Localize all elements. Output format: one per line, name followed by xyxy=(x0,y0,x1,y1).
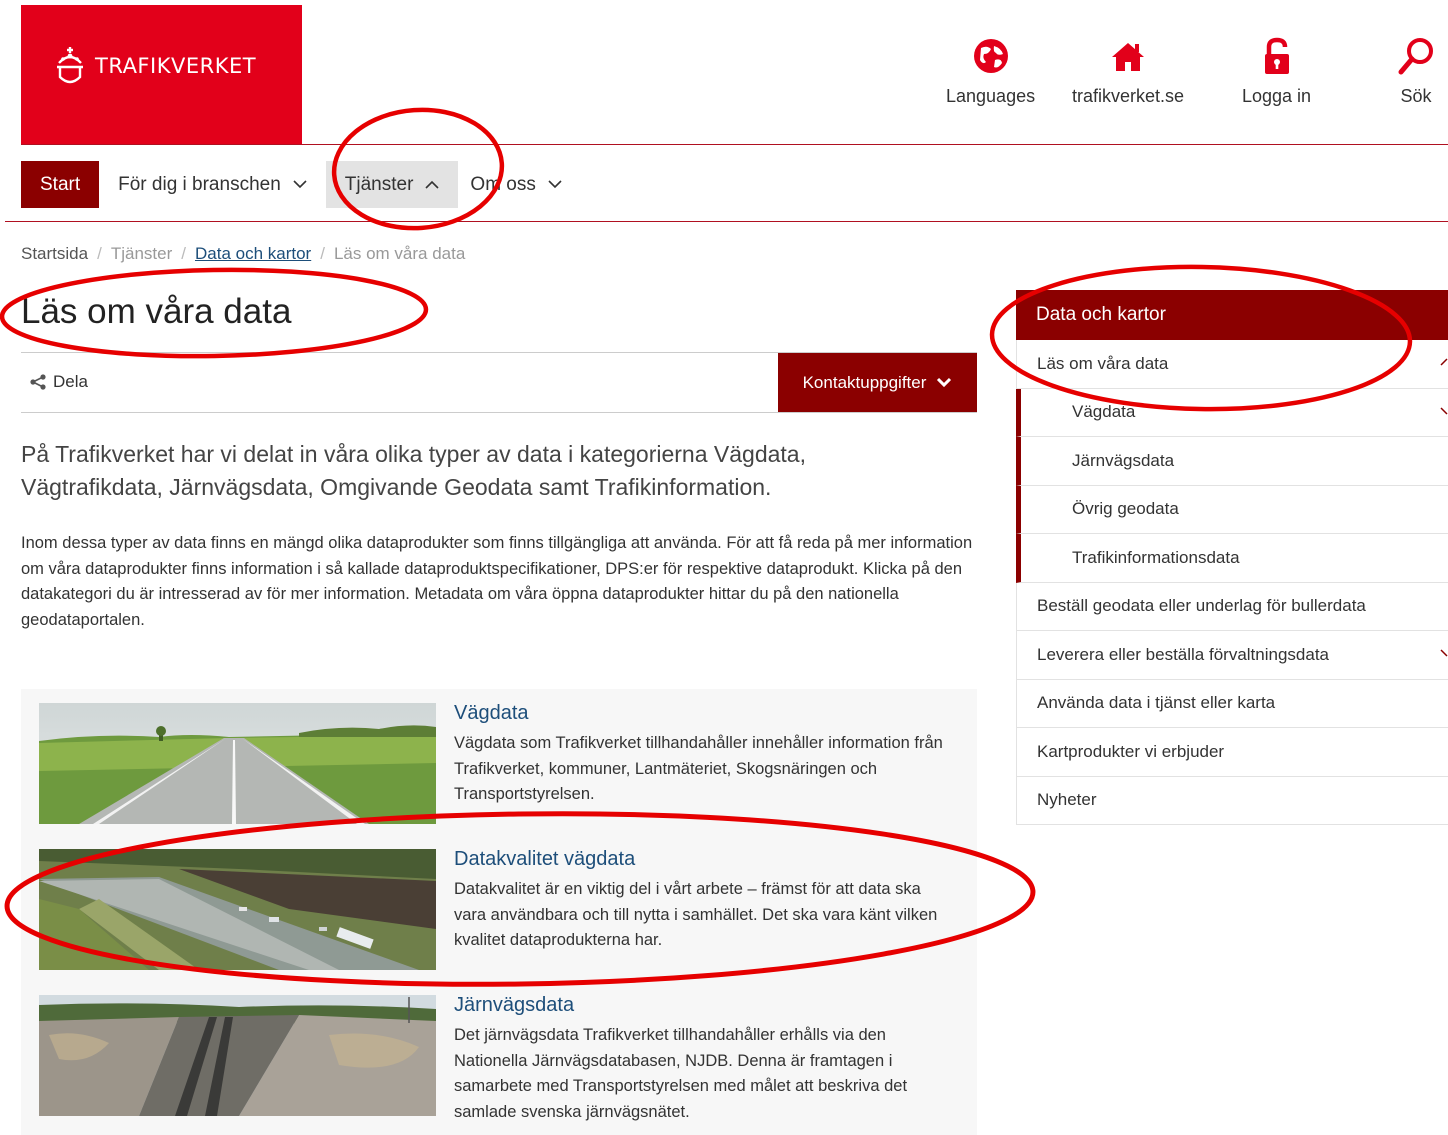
logo[interactable]: TRAFIKVERKET xyxy=(21,5,302,145)
search-icon xyxy=(1398,38,1433,75)
card-description: Det järnvägsdata Trafikverket tillhandah… xyxy=(454,1026,908,1121)
side-item-bestall-geodata[interactable]: Beställ geodata eller underlag för bulle… xyxy=(1016,582,1448,631)
globe-icon xyxy=(973,39,1008,73)
breadcrumb: Startsida / Tjänster / Data och kartor /… xyxy=(21,244,465,264)
card-title[interactable]: Järnvägsdata xyxy=(454,994,574,1017)
side-item-label: Nyheter xyxy=(1037,790,1097,810)
nav-om-oss[interactable]: Om oss xyxy=(458,161,580,208)
side-item-label: Järnvägsdata xyxy=(1072,450,1175,470)
breadcrumb-separator: / xyxy=(97,244,102,263)
header-divider xyxy=(21,144,1448,145)
side-item-label: Beställ geodata eller underlag för bulle… xyxy=(1037,596,1366,616)
breadcrumb-data-och-kartor[interactable]: Data och kartor xyxy=(195,244,311,264)
side-item-leverera-forvaltningsdata[interactable]: Leverera eller beställa förvaltningsdata xyxy=(1016,631,1448,680)
logga-in-link[interactable]: Logga in xyxy=(1242,36,1311,107)
side-item-vagdata[interactable]: Vägdata xyxy=(1016,388,1448,437)
card-title[interactable]: Datakvalitet vägdata xyxy=(454,848,635,871)
side-nav-title[interactable]: Data och kartor xyxy=(1016,290,1448,340)
card-jarnvagsdata[interactable]: Järnvägsdata Det järnvägsdata Trafikverk… xyxy=(39,981,959,1121)
breadcrumb-separator: / xyxy=(320,244,325,263)
card-vagdata[interactable]: Vägdata Vägdata som Trafikverket tillhan… xyxy=(39,689,959,824)
body-text: Inom dessa typer av data finns en mängd … xyxy=(21,534,973,629)
motorway-photo xyxy=(39,849,436,970)
card-description: Vägdata som Trafikverket tillhandahåller… xyxy=(454,734,943,803)
languages-label: Languages xyxy=(946,86,1036,106)
logga-in-label: Logga in xyxy=(1242,86,1312,106)
side-nav: Data och kartor Läs om våra data Vägdata… xyxy=(1016,290,1448,825)
side-item-kartprodukter[interactable]: Kartprodukter vi erbjuder xyxy=(1016,728,1448,777)
nav-for-dig-i-branschen[interactable]: För dig i branschen xyxy=(99,161,326,208)
side-item-anvanda-data[interactable]: Använda data i tjänst eller karta xyxy=(1016,679,1448,728)
logo-text: TRAFIKVERKET xyxy=(95,54,257,78)
side-item-trafikinformationsdata[interactable]: Trafikinformationsdata xyxy=(1016,534,1448,583)
lock-icon xyxy=(1264,37,1289,74)
nav-label: Om oss xyxy=(470,173,536,195)
card-title[interactable]: Vägdata xyxy=(454,702,529,725)
chevron-down-icon[interactable] xyxy=(1440,647,1448,659)
side-item-label: Övrig geodata xyxy=(1072,499,1179,519)
side-item-label: Läs om våra data xyxy=(1037,353,1169,373)
side-item-ovrig-geodata[interactable]: Övrig geodata xyxy=(1016,485,1448,534)
card-list: Vägdata Vägdata som Trafikverket tillhan… xyxy=(21,689,977,1135)
chevron-up-icon[interactable] xyxy=(1440,356,1448,368)
search-label: Sök xyxy=(1400,86,1432,106)
side-item-label: Leverera eller beställa förvaltningsdata xyxy=(1037,644,1330,664)
chevron-down-icon xyxy=(937,377,952,388)
breadcrumb-separator: / xyxy=(181,244,186,263)
share-button[interactable]: Dela xyxy=(29,372,88,392)
chevron-down-icon[interactable] xyxy=(1440,405,1448,417)
railway-photo xyxy=(39,995,436,1116)
nav-label: För dig i branschen xyxy=(118,173,281,195)
crown-icon xyxy=(57,47,83,84)
nav-start[interactable]: Start xyxy=(21,161,100,208)
side-item-label: Använda data i tjänst eller karta xyxy=(1037,693,1276,713)
side-item-jarnvagsdata[interactable]: Järnvägsdata xyxy=(1016,437,1448,486)
side-item-label: Vägdata xyxy=(1072,402,1136,422)
nav-label: Tjänster xyxy=(344,173,414,195)
page-title: Läs om våra data xyxy=(21,292,292,331)
chevron-up-icon xyxy=(425,180,439,189)
breadcrumb-startsida[interactable]: Startsida xyxy=(21,244,88,264)
contact-label: Kontaktuppgifter xyxy=(802,372,927,392)
breadcrumb-tjanster: Tjänster xyxy=(110,244,173,263)
contact-button[interactable]: Kontaktuppgifter xyxy=(778,353,977,412)
nav-tjanster[interactable]: Tjänster xyxy=(325,161,459,208)
side-item-label: Kartprodukter vi erbjuder xyxy=(1037,741,1225,761)
top-tools: Languages trafikverket.se Logga in Sök xyxy=(930,36,1448,116)
trafikverket-home-link[interactable]: trafikverket.se xyxy=(1072,36,1184,107)
side-item-label: Trafikinformationsdata xyxy=(1072,547,1240,567)
home-icon xyxy=(1112,43,1145,71)
side-item-las-om-vara-data[interactable]: Läs om våra data xyxy=(1016,340,1448,389)
languages-link[interactable]: Languages xyxy=(946,36,1035,107)
share-bar: Dela Kontaktuppgifter xyxy=(21,352,977,413)
share-label: Dela xyxy=(53,372,88,391)
search-link[interactable]: Sök xyxy=(1396,36,1436,107)
trafikverket-label: trafikverket.se xyxy=(1072,86,1185,106)
nav-divider xyxy=(5,221,1448,222)
share-icon xyxy=(30,374,46,390)
chevron-down-icon xyxy=(548,180,562,189)
chevron-down-icon xyxy=(293,180,307,189)
side-item-nyheter[interactable]: Nyheter xyxy=(1016,776,1448,825)
road-photo xyxy=(39,703,436,824)
card-datakvalitet-vagdata[interactable]: Datakvalitet vägdata Datakvalitet är en … xyxy=(39,835,959,970)
main-nav: Start För dig i branschen Tjänster Om os… xyxy=(21,161,581,208)
ingress-text: På Trafikverket har vi delat in våra oli… xyxy=(21,441,806,500)
card-description: Datakvalitet är en viktig del i vårt arb… xyxy=(454,880,938,949)
breadcrumb-current: Läs om våra data xyxy=(333,244,466,263)
